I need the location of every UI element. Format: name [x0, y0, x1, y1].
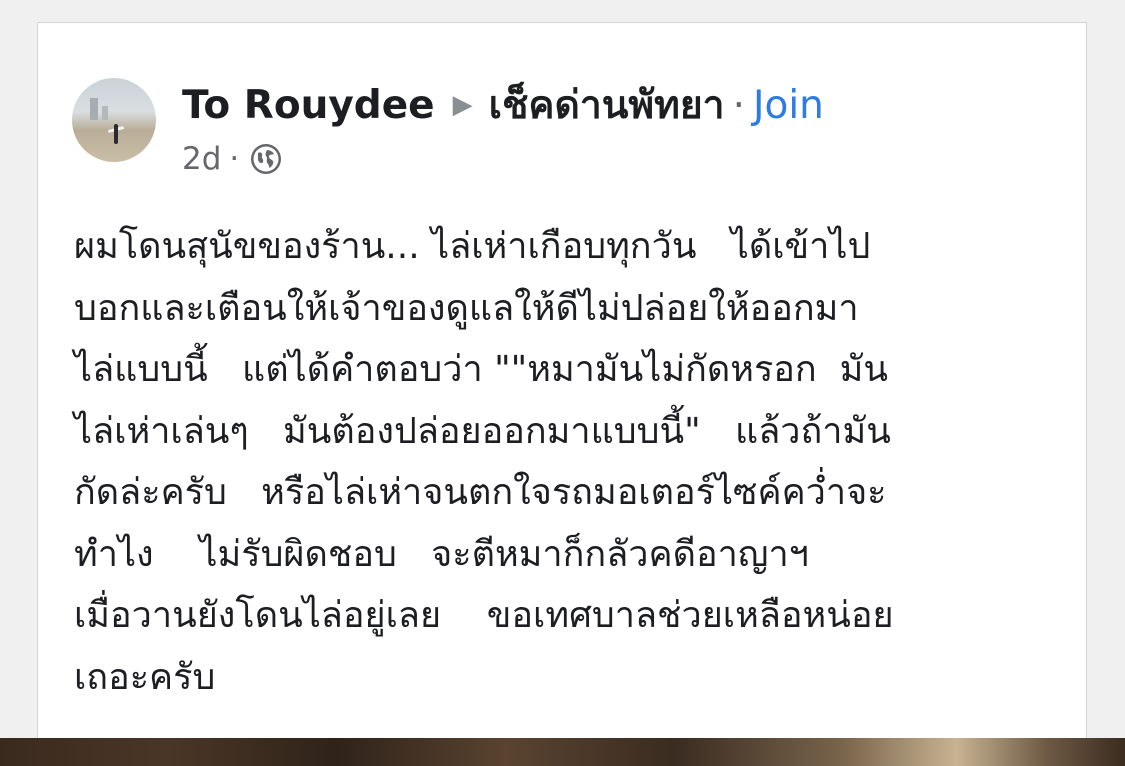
post-body-line: กัดล่ะครับ หรือไล่เห่าจนตกใจรถมอเตอร์ไซค… [74, 472, 887, 513]
arrow-right-icon: ▶ [452, 90, 473, 120]
post-card: To Rouydee ▶ เช็คด่านพัทยา · Join 2d · ผ… [37, 22, 1087, 738]
post-meta: 2d · [182, 139, 283, 179]
post-photo[interactable] [0, 738, 1125, 766]
post-time[interactable]: 2d [182, 141, 221, 177]
group-name[interactable]: เช็คด่านพัทยา [489, 74, 725, 136]
post-body-line: เถอะครับ [74, 656, 216, 698]
post-header: To Rouydee ▶ เช็คด่านพัทยา · Join [182, 80, 824, 130]
post-body-line: ทำไง ไม่รับผิดชอบ จะตีหมาก็กลัวคดีอาญาฯ [74, 533, 809, 575]
post-body-line: เมื่อวานยังโดนไล่อยู่เลย ขอเทศบาลช่วยเหล… [74, 595, 894, 636]
separator-dot: · [732, 82, 745, 128]
avatar[interactable] [72, 78, 156, 162]
author-name[interactable]: To Rouydee [182, 83, 435, 128]
join-button[interactable]: Join [753, 83, 824, 128]
post-body-line: ไล่เห่าเล่นๆ มันต้องปล่อยออกมาแบบนี้" แล… [74, 410, 891, 452]
post-body-line: ผมโดนสุนัขของร้าน... ไล่เห่าเกือบทุกวัน … [74, 226, 871, 267]
globe-icon[interactable] [249, 142, 283, 176]
post-body: ผมโดนสุนัขของร้าน... ไล่เห่าเกือบทุกวัน … [74, 216, 1074, 708]
post-body-line: บอกและเตือนให้เจ้าของดูแลให้ดีไม่ปล่อยให… [74, 287, 859, 329]
post-body-line: ไล่แบบนี้ แต่ได้คำตอบว่า ""หมามันไม่กัดห… [74, 349, 888, 390]
screenshot-frame: To Rouydee ▶ เช็คด่านพัทยา · Join 2d · ผ… [0, 0, 1125, 766]
meta-separator-dot: · [229, 141, 240, 177]
